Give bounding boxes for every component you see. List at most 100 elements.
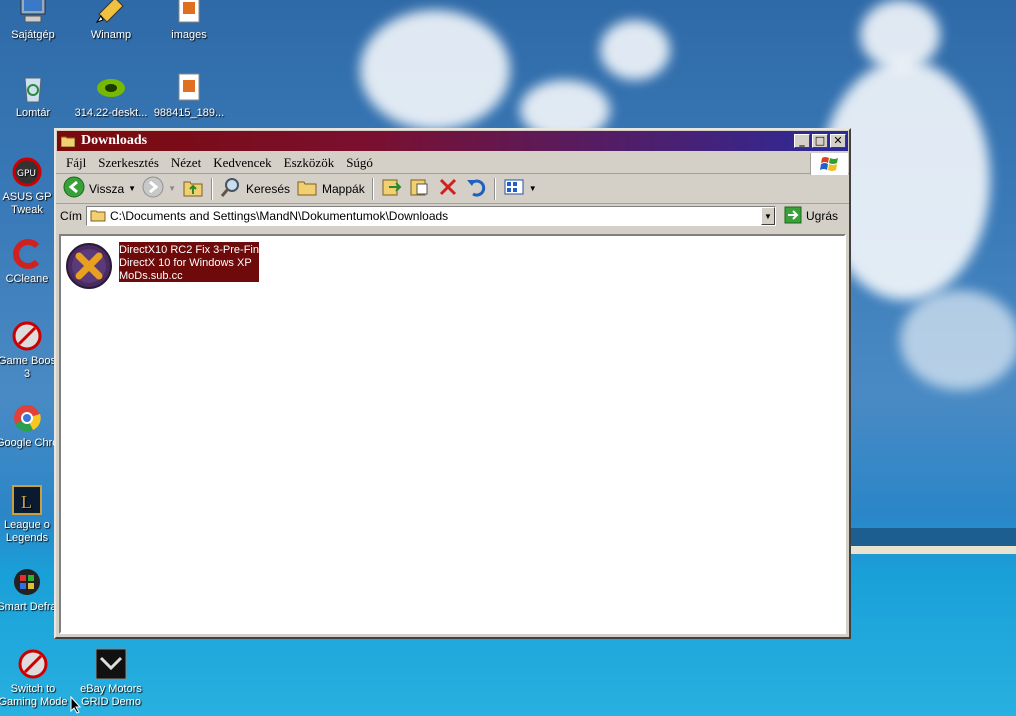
copy-to-icon [409, 176, 431, 201]
windows-logo-icon [810, 153, 848, 175]
menu-view[interactable]: Nézet [165, 155, 207, 171]
desktop-icon-google-chrome[interactable]: Google Chro [0, 402, 58, 450]
forward-button[interactable]: ▼ [139, 174, 179, 203]
folders-button[interactable]: Mappák [293, 174, 368, 203]
desktop-icon-ccleaner[interactable]: CCleane [0, 238, 58, 286]
gaming-mode-icon [17, 648, 49, 680]
menu-bar: Fájl Szerkesztés Nézet Kedvencek Eszközö… [56, 152, 849, 175]
chevron-down-icon[interactable]: ▼ [128, 184, 136, 193]
up-folder-icon [182, 176, 204, 201]
back-label: Vissza [89, 181, 125, 196]
copy-to-button[interactable] [406, 174, 434, 203]
search-label: Keresés [245, 181, 291, 196]
desktop-icon-label: League o [4, 519, 50, 531]
desktop-icon-label: Sajátgép [11, 29, 55, 41]
maximize-button[interactable]: □ [812, 134, 828, 148]
cloud [600, 20, 670, 80]
image-file-icon [173, 72, 205, 104]
desktop-icon-recycle-bin[interactable]: Lomtár [0, 72, 70, 120]
close-button[interactable]: ✕ [830, 134, 846, 148]
go-button[interactable]: Ugrás [784, 206, 838, 227]
delete-button[interactable] [434, 174, 462, 203]
desktop-icon-label: Smart Defra [0, 601, 57, 613]
address-value: C:\Documents and Settings\MandN\Dokument… [110, 209, 449, 223]
svg-text:L: L [21, 492, 32, 512]
desktop-icon-label: 988415_189... [153, 107, 225, 119]
menu-edit[interactable]: Szerkesztés [92, 155, 165, 171]
desktop-icon-nvidia-driver[interactable]: 314.22-deskt... [74, 72, 148, 120]
folders-icon [296, 176, 318, 201]
chevron-down-icon[interactable]: ▼ [529, 184, 537, 193]
file-item[interactable]: DirectX10 RC2 Fix 3-Pre-Final DirectX 10… [65, 242, 259, 290]
desktop-icon-asus-gpu-tweak[interactable]: GPU ASUS GP Tweak [0, 156, 58, 217]
explorer-window[interactable]: Downloads _ □ ✕ Fájl Szerkesztés Nézet K… [54, 128, 851, 639]
gpu-tweak-icon: GPU [11, 156, 43, 188]
toolbar-separator [493, 177, 496, 200]
menu-help[interactable]: Súgó [340, 155, 379, 171]
chrome-icon [11, 402, 43, 434]
chevron-down-icon[interactable]: ▼ [168, 184, 176, 193]
desktop-icon-league-of-legends[interactable]: L League o Legends [0, 484, 58, 545]
menu-tools[interactable]: Eszközök [278, 155, 341, 171]
desktop-icon-label: Game Boos [0, 355, 57, 367]
desktop-icon-my-computer[interactable]: Sajátgép [0, 0, 70, 42]
smart-defrag-icon [11, 566, 43, 598]
undo-icon [465, 176, 487, 201]
cloud [900, 290, 1016, 390]
desktop-icon-label: eBay Motors [80, 683, 142, 695]
back-button[interactable]: Vissza ▼ [60, 174, 139, 203]
desktop-icon-label: Switch to [10, 683, 56, 695]
desktop-icon-label: Legends [5, 532, 49, 544]
desktop-icon-label: 314.22-deskt... [74, 107, 148, 119]
move-to-button[interactable] [378, 174, 406, 203]
winamp-icon [95, 0, 127, 26]
desktop-icon-winamp[interactable]: Winamp [74, 0, 148, 42]
desktop-icon-smart-defrag[interactable]: Smart Defra [0, 566, 58, 614]
nvidia-icon [95, 72, 127, 104]
address-label: Cím [60, 209, 82, 223]
desktop-icon-images[interactable]: images [152, 0, 226, 42]
desktop-icon-image-file[interactable]: 988415_189... [152, 72, 226, 120]
file-name-selected: DirectX10 RC2 Fix 3-Pre-Final DirectX 10… [119, 242, 259, 282]
desktop-icon-grid-demo[interactable]: eBay Motors GRID Demo [74, 648, 148, 709]
desktop-icon-label: Gaming Mode [0, 696, 68, 708]
desktop-icon-label: Lomtár [15, 107, 51, 119]
ccleaner-icon [11, 238, 43, 270]
league-icon: L [11, 484, 43, 516]
file-name-line: MoDs.sub.cc [119, 270, 183, 282]
desktop-icon-label: images [171, 29, 207, 41]
folder-icon [90, 208, 106, 225]
desktop-icon-game-booster[interactable]: Game Boos 3 [0, 320, 58, 381]
desktop-icon-label: ASUS GP [2, 191, 52, 203]
search-icon [220, 176, 242, 201]
forward-arrow-icon [142, 176, 164, 201]
menu-file[interactable]: Fájl [60, 155, 92, 171]
file-list-pane[interactable]: DirectX10 RC2 Fix 3-Pre-Final DirectX 10… [59, 234, 846, 634]
undo-button[interactable] [462, 174, 490, 203]
desktop-icon-label: 3 [23, 368, 31, 380]
game-booster-icon [11, 320, 43, 352]
menu-favorites[interactable]: Kedvencek [207, 155, 277, 171]
go-arrow-icon [784, 206, 802, 227]
address-input[interactable]: C:\Documents and Settings\MandN\Dokument… [86, 206, 776, 226]
minimize-button[interactable]: _ [794, 134, 810, 148]
cloud [360, 10, 510, 130]
recycle-bin-icon [17, 72, 49, 104]
desktop-icon-label: CCleane [5, 273, 49, 285]
search-button[interactable]: Keresés [217, 174, 293, 203]
up-folder-button[interactable] [179, 174, 207, 203]
desktop-icon-switch-gaming-mode[interactable]: Switch to Gaming Mode [0, 648, 70, 709]
address-dropdown-button[interactable]: ▼ [761, 207, 775, 225]
file-name-line: DirectX 10 for Windows XP [119, 257, 252, 269]
toolbar: Vissza ▼ ▼ Keresés Mappák ▼ [56, 174, 849, 204]
desktop-icon-label: GRID Demo [81, 696, 141, 708]
window-title: Downloads [81, 133, 148, 148]
back-arrow-icon [63, 176, 85, 201]
views-button[interactable]: ▼ [500, 174, 540, 203]
move-to-icon [381, 176, 403, 201]
title-bar[interactable]: Downloads _ □ ✕ [57, 131, 848, 151]
beach [850, 546, 1016, 554]
delete-icon [437, 176, 459, 201]
folder-icon [60, 135, 76, 148]
folders-label: Mappák [322, 181, 365, 196]
